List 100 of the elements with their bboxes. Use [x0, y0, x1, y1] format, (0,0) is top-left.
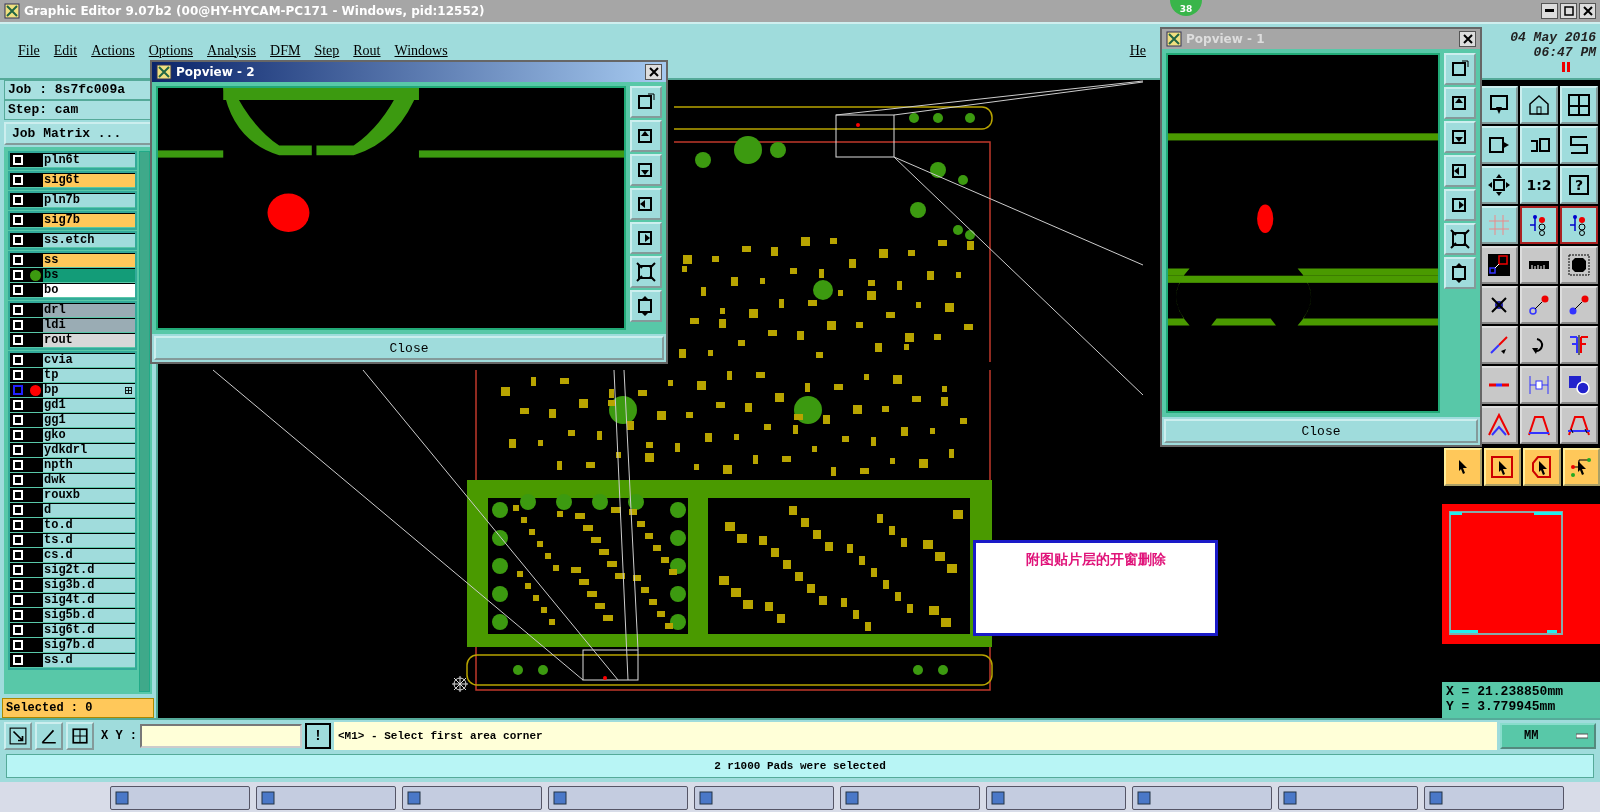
taskbar-button[interactable]	[1278, 786, 1418, 810]
snap-button[interactable]	[4, 722, 32, 750]
circle-link-icon	[1527, 293, 1551, 317]
selection-tool-button[interactable]	[1444, 448, 1482, 486]
selection-tool-button[interactable]	[1562, 448, 1600, 486]
layer-name[interactable]: ydkdrl	[43, 443, 135, 457]
layer-name[interactable]: ldi	[43, 318, 135, 332]
view-tool-button[interactable]	[1444, 87, 1476, 119]
taskbar-button[interactable]	[986, 786, 1126, 810]
view-tool-button[interactable]	[1444, 223, 1476, 255]
layer-name[interactable]: bo	[43, 283, 135, 297]
layer-name[interactable]: rouxb	[43, 488, 135, 502]
grid-icon	[71, 727, 89, 745]
toolbar-button[interactable]	[1560, 206, 1598, 244]
taskbar-button[interactable]	[840, 786, 980, 810]
window-grid-icon	[1567, 93, 1591, 117]
layer-name[interactable]: tp	[43, 368, 135, 382]
cursor-icon	[1457, 459, 1468, 475]
layer-name[interactable]: d	[43, 503, 135, 517]
view-tool-button[interactable]	[1444, 121, 1476, 153]
view-tool-button[interactable]	[1444, 189, 1476, 221]
layer-name[interactable]: sig3b.d	[43, 578, 135, 592]
layer-name[interactable]: sig2t.d	[43, 563, 135, 577]
layer-name[interactable]: ts.d	[43, 533, 135, 547]
minimize-button[interactable]	[1541, 3, 1558, 19]
view-tool-button[interactable]	[630, 120, 662, 152]
layer-name[interactable]: rout	[43, 333, 135, 347]
taskbar-button[interactable]	[1424, 786, 1564, 810]
layer-name[interactable]: sig6t	[43, 173, 135, 187]
selection-tool-button[interactable]	[1523, 448, 1561, 486]
layer-checkbox[interactable]	[13, 385, 23, 395]
layer-name[interactable]: cvia	[43, 353, 135, 367]
view-tool-button[interactable]	[630, 188, 662, 220]
close-button[interactable]	[1579, 3, 1596, 19]
layer-name[interactable]: ss	[43, 253, 135, 267]
layer-name[interactable]: sig7b.d	[43, 638, 135, 652]
taskbar-button[interactable]	[694, 786, 834, 810]
menu-item[interactable]: Step	[314, 43, 340, 59]
close-button[interactable]	[1459, 31, 1476, 47]
menu-item[interactable]: Windows	[394, 43, 448, 59]
pause-icon[interactable]	[1562, 62, 1570, 72]
view-tool-button[interactable]	[630, 290, 662, 322]
toolbar-button[interactable]: 1:2	[1520, 166, 1558, 204]
alert-button[interactable]: !	[305, 723, 331, 749]
layer-name[interactable]: sig7b	[43, 213, 135, 227]
crosshair-icon	[451, 675, 469, 693]
menu-item[interactable]: He	[1129, 43, 1146, 59]
close-button[interactable]: Close	[1164, 419, 1478, 443]
xy-input-field[interactable]	[140, 724, 302, 748]
maximize-button[interactable]	[1560, 3, 1577, 19]
taskbar-button[interactable]	[402, 786, 542, 810]
layer-name[interactable]: drl	[43, 303, 135, 317]
dot-link-icon	[1567, 293, 1591, 317]
layer-name[interactable]: bp	[43, 383, 135, 397]
layer-name[interactable]: ss.d	[43, 653, 135, 667]
view-tool-button[interactable]	[1444, 155, 1476, 187]
menu-item[interactable]: Actions	[91, 43, 135, 59]
menu-item[interactable]: File	[18, 43, 40, 59]
view-tool-button[interactable]	[630, 256, 662, 288]
close-button[interactable]	[645, 64, 662, 80]
layer-name[interactable]: npth	[43, 458, 135, 472]
menu-item[interactable]: Edit	[53, 43, 78, 59]
toolbar-button[interactable]	[1520, 206, 1558, 244]
toolbar-button[interactable]: ?	[1560, 166, 1598, 204]
layer-name[interactable]: to.d	[43, 518, 135, 532]
job-matrix-button[interactable]: Job Matrix ...	[4, 122, 152, 145]
menu-item[interactable]: Analysis	[207, 43, 257, 59]
menu-item[interactable]: DFM	[270, 43, 301, 59]
angle-button[interactable]	[35, 722, 63, 750]
selection-tool-button[interactable]	[1483, 448, 1521, 486]
layer-name[interactable]: dwk	[43, 473, 135, 487]
layer-name[interactable]: gd1	[43, 398, 135, 412]
layer-name[interactable]: pln7b	[43, 193, 135, 207]
layer-name[interactable]: gg1	[43, 413, 135, 427]
taskbar-button[interactable]	[110, 786, 250, 810]
layer-name[interactable]: bs	[43, 268, 135, 282]
close-button[interactable]: Close	[154, 336, 664, 360]
units-dropdown[interactable]: MM	[1500, 723, 1596, 749]
taskbar-button[interactable]	[548, 786, 688, 810]
layer-name[interactable]: sig5b.d	[43, 608, 135, 622]
view-tool-button[interactable]	[1444, 257, 1476, 289]
layer-name[interactable]: pln6t	[43, 153, 135, 167]
menu-item[interactable]: Options	[148, 43, 194, 59]
layer-name[interactable]: ss.etch	[43, 233, 135, 247]
view-tool-button[interactable]	[1444, 53, 1476, 85]
layer-name[interactable]: sig4t.d	[43, 593, 135, 607]
layer-name[interactable]: sig6t.d	[43, 623, 135, 637]
grid-button[interactable]	[66, 722, 94, 750]
layer-name[interactable]: cs.d	[43, 548, 135, 562]
layer-name[interactable]: gko	[43, 428, 135, 442]
taskbar-button[interactable]	[256, 786, 396, 810]
view-tool-button[interactable]	[630, 222, 662, 254]
taskbar-button[interactable]	[1132, 786, 1272, 810]
angle-icon	[40, 727, 58, 745]
step-label: Step: cam	[4, 100, 152, 120]
view-tool-button[interactable]	[630, 154, 662, 186]
menu-item[interactable]: Rout	[353, 43, 381, 59]
scrollbar[interactable]	[139, 151, 150, 692]
window-title: Graphic Editor 9.07b2 (00@HY-HYCAM-PC171 - Windows, pid:12552)	[24, 4, 485, 18]
view-tool-button[interactable]	[630, 86, 662, 118]
